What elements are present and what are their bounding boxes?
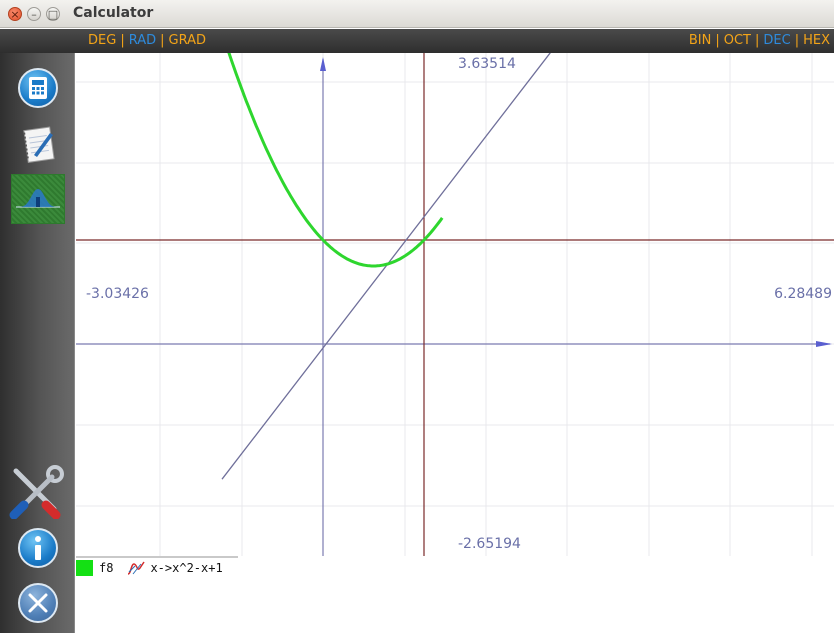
graph-button[interactable] bbox=[11, 174, 65, 224]
title-bar: × – □ Calculator bbox=[0, 0, 834, 28]
x-min-label: -3.03426 bbox=[86, 286, 149, 302]
window-title: Calculator bbox=[73, 5, 154, 21]
calculator-icon bbox=[29, 77, 47, 99]
exit-button[interactable] bbox=[18, 583, 58, 623]
maximize-window-button[interactable]: □ bbox=[46, 7, 60, 21]
grid bbox=[76, 53, 834, 556]
info-icon bbox=[35, 536, 41, 560]
base-mode-group: BIN | OCT | DEC | HEX bbox=[689, 33, 830, 48]
legend-divider bbox=[76, 556, 238, 558]
tangent-line bbox=[221, 53, 551, 480]
notepad-icon bbox=[23, 126, 55, 163]
notepad-button[interactable] bbox=[16, 125, 58, 165]
legend-function-expression: x->x^2-x+1 bbox=[150, 561, 223, 575]
exit-icon bbox=[28, 593, 48, 613]
graph-plot[interactable] bbox=[76, 53, 834, 556]
legend-entry[interactable]: f8 x->x^2-x+1 bbox=[76, 560, 223, 576]
mode-hex[interactable]: HEX bbox=[803, 33, 830, 48]
x-max-label: 6.28489 bbox=[774, 286, 832, 302]
mode-deg[interactable]: DEG bbox=[88, 33, 116, 48]
legend-function-name: f8 bbox=[99, 561, 114, 575]
mode-oct[interactable]: OCT bbox=[724, 33, 751, 48]
function-plot-icon bbox=[128, 561, 146, 575]
mode-separator: | bbox=[160, 33, 165, 48]
mode-separator: | bbox=[715, 33, 720, 48]
info-button[interactable] bbox=[18, 528, 58, 568]
tools-button[interactable] bbox=[8, 465, 64, 520]
mode-separator: | bbox=[755, 33, 760, 48]
legend-color-swatch[interactable] bbox=[76, 560, 93, 576]
mode-dec[interactable]: DEC bbox=[763, 33, 790, 48]
graph-canvas[interactable]: 3.63514 -2.65194 -3.03426 6.28489 bbox=[76, 53, 834, 556]
sidebar bbox=[0, 53, 75, 633]
mode-bin[interactable]: BIN bbox=[689, 33, 711, 48]
minimize-window-button[interactable]: – bbox=[27, 7, 41, 21]
y-axis-arrow-icon bbox=[320, 57, 326, 71]
y-max-label: 3.63514 bbox=[458, 56, 516, 72]
mode-separator: | bbox=[794, 33, 800, 48]
close-window-button[interactable]: × bbox=[8, 7, 22, 21]
calculator-window: × – □ Calculator DEG | RAD | GRAD BIN | OCT | DE… bbox=[0, 0, 834, 633]
mode-bar: DEG | RAD | GRAD BIN | OCT | DEC | HEX bbox=[0, 29, 834, 53]
mode-rad[interactable]: RAD bbox=[129, 33, 156, 48]
function-curve-f8 bbox=[227, 53, 444, 268]
angle-mode-group: DEG | RAD | GRAD bbox=[88, 33, 206, 48]
calculator-button[interactable] bbox=[18, 68, 58, 108]
mode-separator: | bbox=[120, 33, 125, 48]
function-legend: f8 x->x^2-x+1 bbox=[76, 556, 834, 633]
x-axis-arrow-icon bbox=[816, 341, 832, 347]
y-min-label: -2.65194 bbox=[458, 536, 521, 552]
graph-icon bbox=[16, 189, 60, 208]
mode-grad[interactable]: GRAD bbox=[169, 33, 206, 48]
tools-icon bbox=[9, 465, 64, 520]
